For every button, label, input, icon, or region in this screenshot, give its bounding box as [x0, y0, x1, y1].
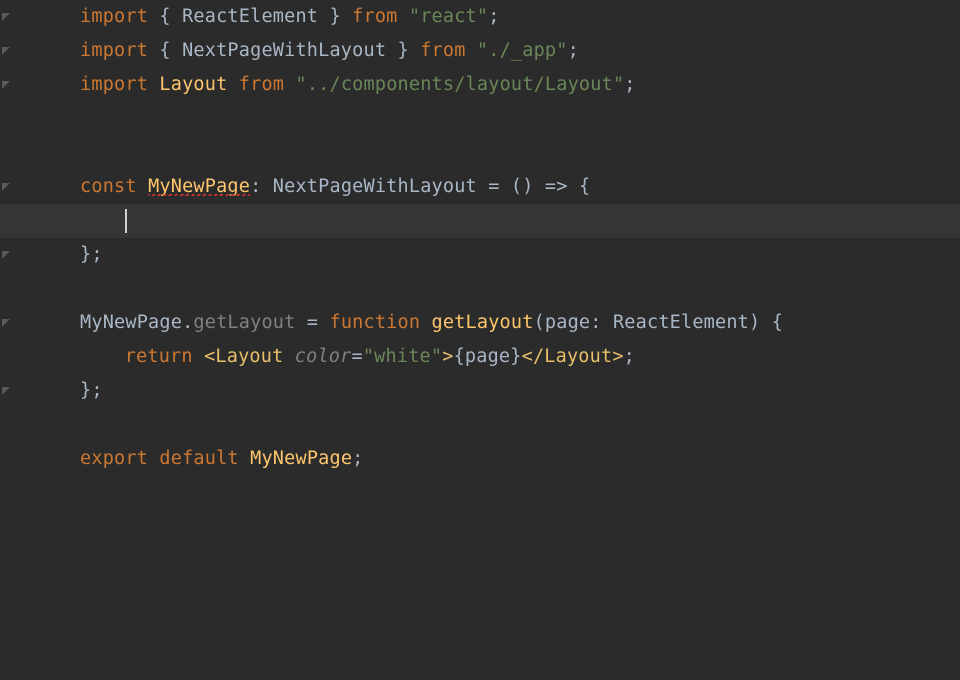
string-literal: "../components/layout/Layout" — [295, 74, 624, 95]
fold-gutter[interactable] — [0, 340, 12, 374]
code-line[interactable]: }; — [0, 374, 960, 408]
brace: { — [579, 176, 590, 197]
fold-gutter[interactable] — [0, 442, 12, 476]
code-editor[interactable]: import { ReactElement } from "react"; im… — [0, 0, 960, 680]
space — [283, 346, 294, 367]
code-line-active[interactable] — [0, 204, 960, 238]
fold-gutter[interactable] — [0, 0, 12, 34]
space — [760, 312, 771, 333]
identifier: Layout — [159, 74, 227, 95]
text-cursor — [125, 209, 127, 233]
equals: = — [477, 176, 511, 197]
code-line[interactable]: export default MyNewPage; — [0, 442, 960, 476]
parens: () — [511, 176, 534, 197]
keyword-default: default — [159, 448, 250, 469]
code-line[interactable]: const MyNewPage: NextPageWithLayout = ()… — [0, 170, 960, 204]
colon: : — [250, 176, 273, 197]
fold-gutter[interactable] — [0, 68, 12, 102]
keyword-return: return — [102, 346, 204, 367]
identifier: MyNewPage — [250, 448, 352, 469]
keyword-import: import — [80, 74, 159, 95]
space — [227, 74, 238, 95]
fold-gutter[interactable] — [0, 306, 12, 340]
fold-gutter[interactable] — [0, 238, 12, 272]
close-brace: }; — [80, 380, 103, 401]
code-line[interactable] — [0, 102, 960, 136]
jsx-tag-name: Layout — [215, 346, 283, 367]
fold-gutter[interactable] — [0, 34, 12, 68]
fold-gutter[interactable] — [0, 102, 12, 136]
paren: ) — [749, 312, 760, 333]
identifier-with-error: MyNewPage — [148, 176, 250, 197]
type-annotation: NextPageWithLayout — [273, 176, 477, 197]
jsx-close-angle: > — [612, 346, 623, 367]
fold-icon[interactable] — [2, 47, 10, 55]
fold-icon[interactable] — [2, 387, 10, 395]
jsx-open-angle: < — [204, 346, 215, 367]
jsx-attr: color — [295, 346, 352, 367]
fold-gutter[interactable] — [0, 408, 12, 442]
string-literal: "white" — [363, 346, 442, 367]
fold-gutter[interactable] — [0, 170, 12, 204]
fold-gutter[interactable] — [0, 374, 12, 408]
jsx-open-angle: </ — [522, 346, 545, 367]
equals: = — [352, 346, 363, 367]
code-line[interactable]: return <Layout color="white">{page}</Lay… — [0, 340, 960, 374]
fold-icon[interactable] — [2, 183, 10, 191]
jsx-expr-open: { — [454, 346, 465, 367]
keyword-export: export — [80, 448, 159, 469]
close-brace: }; — [80, 244, 103, 265]
jsx-expression: page — [465, 346, 510, 367]
semicolon: ; — [624, 74, 635, 95]
fold-gutter[interactable] — [0, 272, 12, 306]
fold-icon[interactable] — [2, 81, 10, 89]
arrow: => — [534, 176, 579, 197]
jsx-close-angle: > — [442, 346, 453, 367]
code-line[interactable]: import Layout from "../components/layout… — [0, 68, 960, 102]
keyword-from: from — [239, 74, 296, 95]
semicolon: ; — [624, 346, 635, 367]
brace: { — [772, 312, 783, 333]
jsx-expr-close: } — [510, 346, 521, 367]
fold-icon[interactable] — [2, 319, 10, 327]
indent — [102, 210, 125, 231]
jsx-tag-name: Layout — [544, 346, 612, 367]
code-line[interactable]: }; — [0, 238, 960, 272]
fold-gutter[interactable] — [0, 204, 12, 238]
semicolon: ; — [352, 448, 363, 469]
fold-icon[interactable] — [2, 251, 10, 259]
fold-icon[interactable] — [2, 13, 10, 21]
fold-gutter[interactable] — [0, 136, 12, 170]
